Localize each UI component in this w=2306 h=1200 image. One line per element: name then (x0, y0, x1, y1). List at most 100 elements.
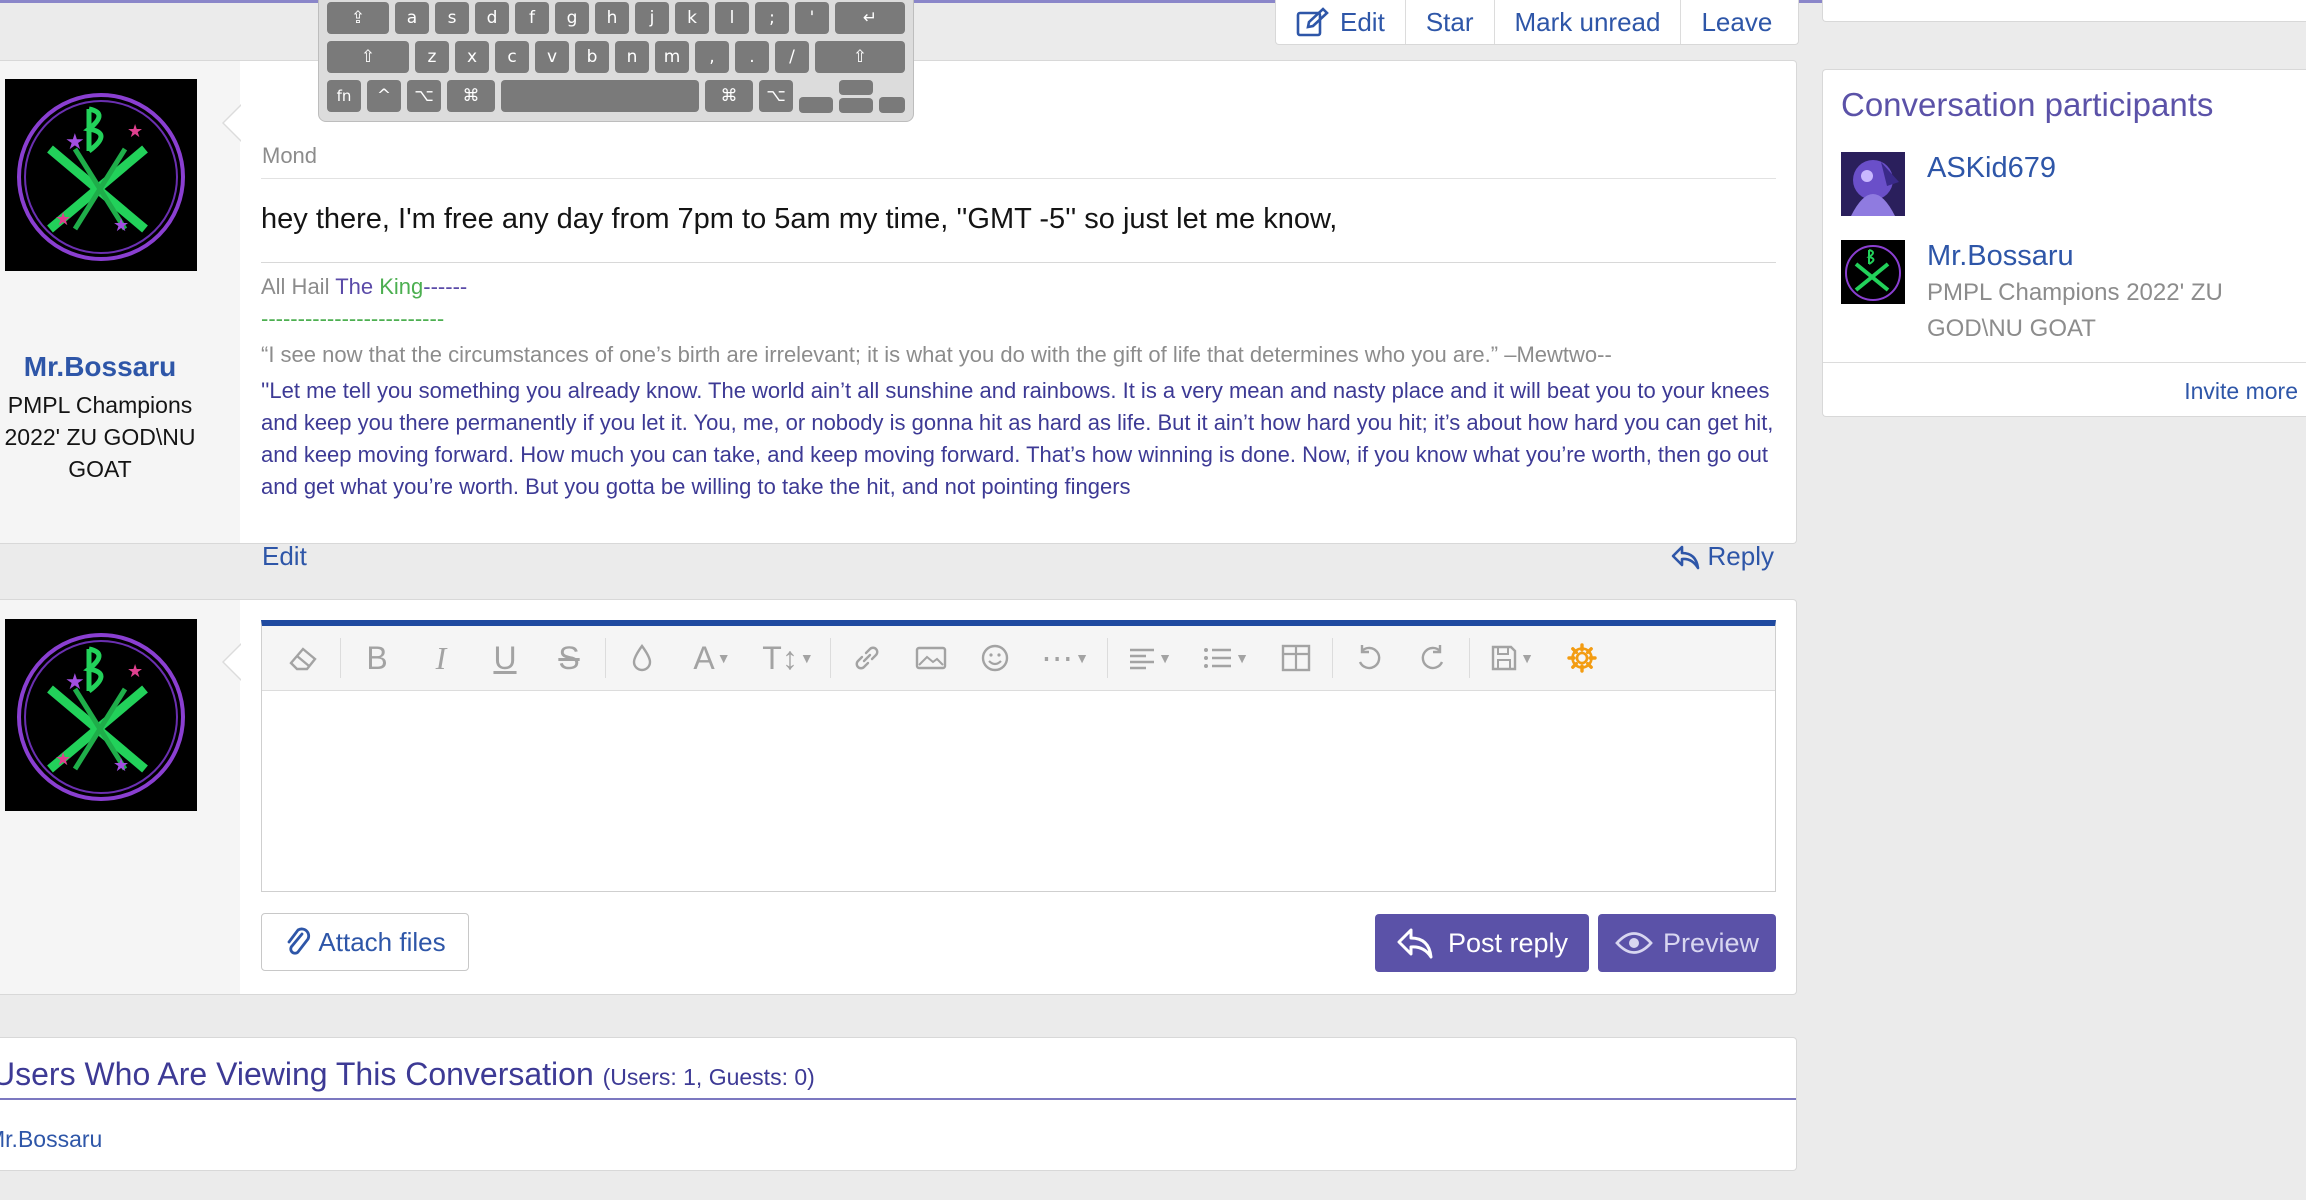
drafts-icon[interactable]: ▼ (1474, 626, 1550, 690)
message-pointer-fill (224, 106, 241, 140)
key-comma[interactable]: , (695, 41, 729, 73)
post-reply-button[interactable]: Post reply (1375, 914, 1589, 972)
viewer-link[interactable]: Mr.Bossaru (0, 1126, 102, 1153)
author-title-line: PMPL Champions (7, 392, 193, 418)
key-arrow-up[interactable] (839, 80, 873, 95)
header-divider (261, 178, 1776, 179)
key-semicolon[interactable]: ; (755, 2, 789, 34)
key-d[interactable]: d (475, 2, 509, 34)
key-j[interactable]: j (635, 2, 669, 34)
key-arrow-down[interactable] (839, 98, 873, 113)
font-family-icon[interactable]: A ▼ (674, 626, 750, 690)
table-icon[interactable] (1264, 626, 1328, 690)
key-command-right[interactable]: ⌘ (705, 80, 753, 112)
signature-line-1: All Hail The King------ (261, 271, 1776, 303)
smiley-icon[interactable] (963, 626, 1027, 690)
font-size-icon[interactable]: T↕ ▼ (750, 626, 826, 690)
invite-more-link[interactable]: Invite more (2184, 378, 2298, 405)
rich-text-editor[interactable]: B I U S A ▼ T↕ ▼ ⋯ ▼ ▼ ▼ ▼ (261, 620, 1776, 892)
signature-dashes: ------------------------- (261, 306, 445, 331)
key-slash[interactable]: / (775, 41, 809, 73)
key-z[interactable]: z (415, 41, 449, 73)
key-a[interactable]: a (395, 2, 429, 34)
key-n[interactable]: n (615, 41, 649, 73)
align-icon[interactable]: ▼ (1112, 626, 1188, 690)
avatar[interactable]: ★ ★ ★ ★ (5, 79, 197, 271)
key-shift-right[interactable]: ⇧ (815, 41, 905, 73)
participant-name[interactable]: Mr.Bossaru (1927, 240, 2287, 273)
more-icon[interactable]: ⋯ ▼ (1027, 626, 1103, 690)
key-x[interactable]: x (455, 41, 489, 73)
avatar-logo-icon: ★ ★ ★ ★ (17, 93, 185, 261)
undo-icon[interactable] (1337, 626, 1401, 690)
author-title-line: GOAT (68, 456, 132, 482)
key-l[interactable]: l (715, 2, 749, 34)
key-period[interactable]: . (735, 41, 769, 73)
star-button[interactable]: Star (1404, 0, 1494, 44)
key-b[interactable]: b (575, 41, 609, 73)
message-body: hey there, I'm free any day from 7pm to … (261, 203, 1338, 235)
redo-icon[interactable] (1401, 626, 1465, 690)
reply-pointer-fill (224, 645, 241, 679)
eraser-icon[interactable] (272, 626, 336, 690)
avatar[interactable] (1841, 240, 1905, 304)
key-option-right[interactable]: ⌥ (759, 80, 793, 112)
edit-message-link[interactable]: Edit (262, 541, 307, 572)
leave-button[interactable]: Leave (1680, 0, 1792, 44)
avatar[interactable]: ★ ★ ★ ★ (5, 619, 197, 811)
key-quote[interactable]: ' (795, 2, 829, 34)
key-arrow-left[interactable] (799, 97, 833, 113)
strikethrough-icon[interactable]: S (537, 626, 601, 690)
svg-text:★: ★ (65, 129, 85, 154)
viewers-title: Users Who Are Viewing This Conversation … (0, 1056, 815, 1093)
attach-files-button[interactable]: Attach files (261, 913, 469, 971)
svg-text:★: ★ (65, 669, 85, 694)
underline-icon[interactable]: U (473, 626, 537, 690)
author-title-line: 2022' ZU GOD\NU (4, 424, 196, 450)
key-option-left[interactable]: ⌥ (407, 80, 441, 112)
text-color-icon[interactable] (610, 626, 674, 690)
message-author-name[interactable]: Mr.Bossaru (0, 351, 200, 383)
reply-button[interactable]: Reply (1670, 541, 1774, 572)
key-g[interactable]: g (555, 2, 589, 34)
conversation-action-bar: Edit Star Mark unread Leave (1275, 0, 1799, 45)
key-arrow-right[interactable] (879, 97, 905, 113)
message-date[interactable]: Mond (262, 143, 317, 169)
mark-unread-button[interactable]: Mark unread (1493, 0, 1681, 44)
key-c[interactable]: c (495, 41, 529, 73)
bold-icon[interactable]: B (345, 626, 409, 690)
participant-item[interactable]: Mr.Bossaru PMPL Champions 2022' ZU GOD\N… (1841, 240, 2287, 347)
key-space[interactable] (501, 80, 699, 112)
key-command-left[interactable]: ⌘ (447, 80, 495, 112)
on-screen-keyboard: ⇪ a s d f g h j k l ; ' ↵ ⇧ z x c v b n … (318, 0, 914, 122)
image-icon[interactable] (899, 626, 963, 690)
key-k[interactable]: k (675, 2, 709, 34)
key-m[interactable]: m (655, 41, 689, 73)
preview-button[interactable]: Preview (1598, 914, 1776, 972)
toolbar-separator (1107, 638, 1108, 678)
edit-conversation-button[interactable]: Edit (1276, 0, 1405, 44)
key-h[interactable]: h (595, 2, 629, 34)
italic-icon[interactable]: I (409, 626, 473, 690)
list-icon[interactable]: ▼ (1188, 626, 1264, 690)
avatar[interactable] (1841, 152, 1905, 216)
key-v[interactable]: v (535, 41, 569, 73)
participant-item[interactable]: ASKid679 (1841, 152, 2056, 216)
key-f[interactable]: f (515, 2, 549, 34)
participant-name[interactable]: ASKid679 (1927, 152, 2056, 185)
link-icon[interactable] (835, 626, 899, 690)
key-control[interactable]: ^ (367, 80, 401, 112)
key-return[interactable]: ↵ (835, 2, 905, 34)
conversation-participants-panel: Conversation participants ASKid679 Mr.Bo… (1822, 69, 2306, 417)
key-caps-lock[interactable]: ⇪ (327, 2, 389, 34)
edit-label: Edit (1340, 6, 1385, 37)
participant-info: ASKid679 (1927, 152, 2056, 216)
edit-icon (1296, 7, 1329, 37)
avatar-art-icon (1841, 152, 1905, 216)
key-s[interactable]: s (435, 2, 469, 34)
key-shift-left[interactable]: ⇧ (327, 41, 409, 73)
settings-icon[interactable] (1550, 626, 1614, 690)
editor-content-area[interactable] (262, 691, 1775, 891)
svg-text:★: ★ (113, 755, 129, 775)
key-fn[interactable]: fn (327, 80, 361, 112)
